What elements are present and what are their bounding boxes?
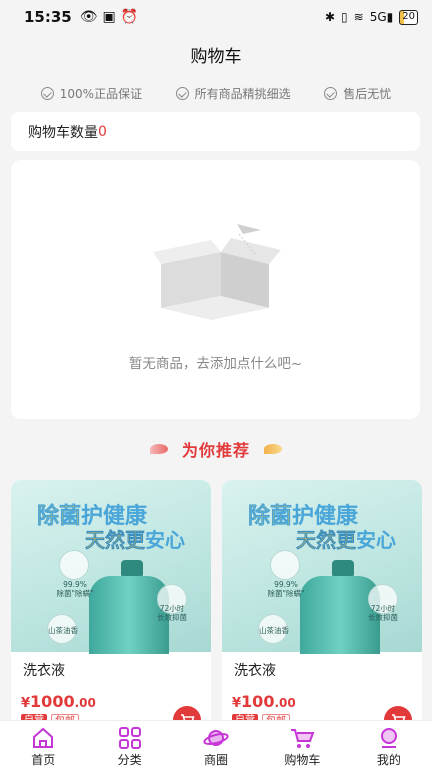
vibrate-icon: ▯ <box>341 10 348 24</box>
product-badge-1: 99.9% 除菌"除螨" <box>267 580 305 598</box>
wifi-icon: ≋ <box>353 10 364 24</box>
guarantee-bar: 100%正品保证 所有商品精挑细选 售后无忧 <box>0 78 432 108</box>
badge-circle-icon <box>59 550 89 580</box>
product-badge-2: 72小时 长效抑菌 <box>368 604 398 622</box>
guarantee-item: 售后无忧 <box>324 85 391 102</box>
cart-count-value: 0 <box>98 123 107 140</box>
alarm-icon: ⏰ <box>120 9 139 25</box>
tab-label: 购物车 <box>284 753 321 767</box>
category-icon <box>117 727 143 749</box>
nfc-icon: ▣ <box>102 9 116 25</box>
guarantee-item: 100%正品保证 <box>40 85 143 102</box>
planet-icon <box>203 727 229 749</box>
guarantee-label: 售后无忧 <box>343 86 392 101</box>
status-time: 15:35 <box>24 8 72 26</box>
cart-count-card: 购物车数量 0 <box>11 112 420 151</box>
battery-icon: 20 <box>399 9 418 25</box>
recommend-header: 为你推荐 <box>0 436 432 462</box>
bottom-tab-bar: 首页 分类 商圈 购物车 我的 <box>0 720 432 768</box>
petal-left-icon <box>149 444 168 454</box>
product-card[interactable]: 除菌护健康 天然更安心 99.9% 除菌"除螨" 72小时 长效抑菌 山茶油香 … <box>11 480 211 730</box>
product-badge-3: 山茶油香 <box>259 626 289 635</box>
product-banner-line2: 天然更安心 <box>85 528 185 552</box>
tab-label: 商圈 <box>204 753 229 767</box>
status-right-icons: ✱ ▯ ≋ 5G▮ 20 <box>324 9 418 25</box>
tab-home[interactable]: 首页 <box>0 721 86 768</box>
cart-icon <box>289 727 315 749</box>
check-circle-icon <box>324 86 338 100</box>
home-icon <box>30 727 56 749</box>
signal-icon: 5G▮ <box>369 10 394 24</box>
tab-label: 首页 <box>31 753 56 767</box>
guarantee-label: 所有商品精挑细选 <box>194 86 291 101</box>
petal-right-icon <box>264 444 282 454</box>
tab-cart[interactable]: 购物车 <box>259 721 345 768</box>
status-bar: 15:35 👁 ▣ ⏰ ✱ ▯ ≋ 5G▮ 20 <box>0 0 432 34</box>
product-badge-1: 99.9% 除菌"除螨" <box>56 580 94 598</box>
product-image[interactable]: 除菌护健康 天然更安心 99.9% 除菌"除螨" 72小时 长效抑菌 山茶油香 <box>222 480 422 654</box>
product-banner-line2: 天然更安心 <box>296 528 396 552</box>
page-title: 购物车 <box>190 46 242 67</box>
empty-cart-card: 暂无商品，去添加点什么吧~ <box>11 160 420 419</box>
tab-label: 分类 <box>117 753 142 767</box>
badge-circle-icon <box>270 550 300 580</box>
recommend-title: 为你推荐 <box>181 441 250 460</box>
tab-business-circle[interactable]: 商圈 <box>173 721 259 768</box>
product-price: ¥1000.00 <box>21 692 96 711</box>
tab-category[interactable]: 分类 <box>86 721 172 768</box>
check-circle-icon <box>40 86 54 100</box>
status-left-icons: 👁 ▣ ⏰ <box>80 9 138 25</box>
check-circle-icon <box>175 86 189 100</box>
product-badge-3: 山茶油香 <box>48 626 78 635</box>
product-card[interactable]: 除菌护健康 天然更安心 99.9% 除菌"除螨" 72小时 长效抑菌 山茶油香 … <box>222 480 422 730</box>
product-name[interactable]: 洗衣液 <box>23 660 65 680</box>
guarantee-label: 100%正品保证 <box>59 86 143 101</box>
eye-icon: 👁 <box>79 9 98 25</box>
empty-cart-text: 暂无商品，去添加点什么吧~ <box>128 356 303 372</box>
empty-box-icon <box>153 224 281 320</box>
product-name[interactable]: 洗衣液 <box>234 660 276 680</box>
profile-icon <box>376 727 402 749</box>
product-price: ¥100.00 <box>232 692 296 711</box>
product-image[interactable]: 除菌护健康 天然更安心 99.9% 除菌"除螨" 72小时 长效抑菌 山茶油香 <box>11 480 211 654</box>
product-badge-2: 72小时 长效抑菌 <box>157 604 187 622</box>
tab-label: 我的 <box>376 753 401 767</box>
guarantee-item: 所有商品精挑细选 <box>175 85 291 102</box>
tab-profile[interactable]: 我的 <box>346 721 432 768</box>
bluetooth-icon: ✱ <box>324 10 336 24</box>
cart-count-label: 购物车数量 <box>28 124 98 141</box>
